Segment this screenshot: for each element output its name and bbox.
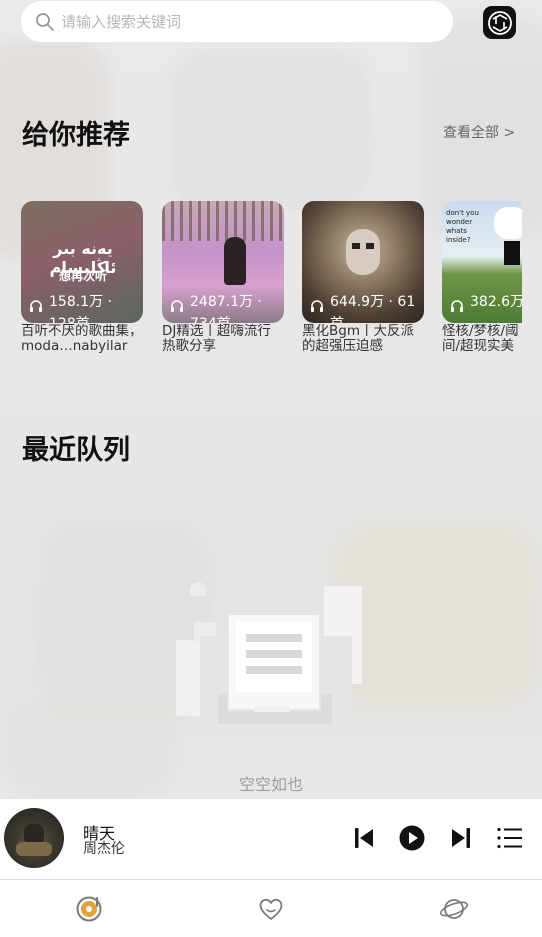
headphones-icon (30, 300, 42, 312)
playlist-cover: don't you wonder whats inside? 382.6万首 (442, 201, 522, 323)
playlist-button[interactable] (496, 824, 524, 852)
background-blur (170, 50, 370, 210)
play-count: 644.9万 · 61首 (330, 294, 416, 323)
playlist-cover: 644.9万 · 61首 (302, 201, 424, 323)
section-title-recommend: 给你推荐 (22, 120, 130, 151)
skip-next-icon (452, 828, 470, 848)
play-button[interactable] (398, 824, 426, 852)
app-logo-icon[interactable] (483, 6, 516, 39)
play-count: 158.1万 · 128首 (49, 294, 112, 323)
playlist-title: 百听不厌的歌曲集，moda…nabyilar (21, 324, 143, 354)
search-placeholder: 请输入搜索关键词 (61, 13, 182, 31)
empty-box-icon (176, 560, 362, 724)
cover-text: don't you wonder whats inside? (446, 209, 479, 244)
playlist-cover: يەنە بىر ئاڭلىسام 想再次听 158.1万 · 128首 (21, 201, 143, 323)
playlist-title: 怪核/梦核/阈间/超现实美 (442, 324, 519, 354)
headphones-icon (451, 300, 463, 312)
playlist-card[interactable]: don't you wonder whats inside? 382.6万首 怪… (442, 201, 522, 358)
search-bar[interactable]: 请输入搜索关键词 (21, 1, 453, 42)
playlist-cover: 2487.1万 · 734首 (162, 201, 284, 323)
play-count: 2487.1万 · 734首 (190, 294, 262, 323)
skip-previous-icon (355, 828, 373, 848)
album-cover[interactable] (4, 808, 64, 868)
playlist-card[interactable]: يەنە بىر ئاڭلىسام 想再次听 158.1万 · 128首 百听不… (21, 201, 143, 358)
song-artist: 周杰伦 (83, 841, 125, 857)
play-count: 382.6万首 (470, 294, 522, 310)
section-title-queue: 最近队列 (22, 435, 130, 466)
playlist-title: DJ精选丨超嗨流行热歌分享 (162, 324, 271, 354)
headphones-icon (171, 300, 183, 312)
playlist-card[interactable]: 644.9万 · 61首 黑化Bgm丨大反派的超强压迫感 (302, 201, 424, 358)
playlist-title: 黑化Bgm丨大反派的超强压迫感 (302, 324, 414, 354)
playlist-icon (497, 827, 522, 849)
empty-state-text: 空空如也 (238, 775, 303, 794)
music-disc-icon[interactable] (74, 894, 104, 924)
search-icon (36, 12, 54, 31)
headphones-icon (311, 300, 323, 312)
play-icon (399, 825, 425, 851)
next-button[interactable] (447, 824, 475, 852)
cover-subtext: 想再次听 (58, 269, 107, 283)
previous-button[interactable] (350, 824, 378, 852)
heart-icon[interactable] (256, 894, 286, 924)
tab-bar (0, 880, 542, 937)
see-all-link[interactable]: 查看全部 > (443, 122, 515, 142)
playlist-card[interactable]: 2487.1万 · 734首 DJ精选丨超嗨流行热歌分享 (162, 201, 284, 358)
planet-icon[interactable] (439, 894, 469, 924)
